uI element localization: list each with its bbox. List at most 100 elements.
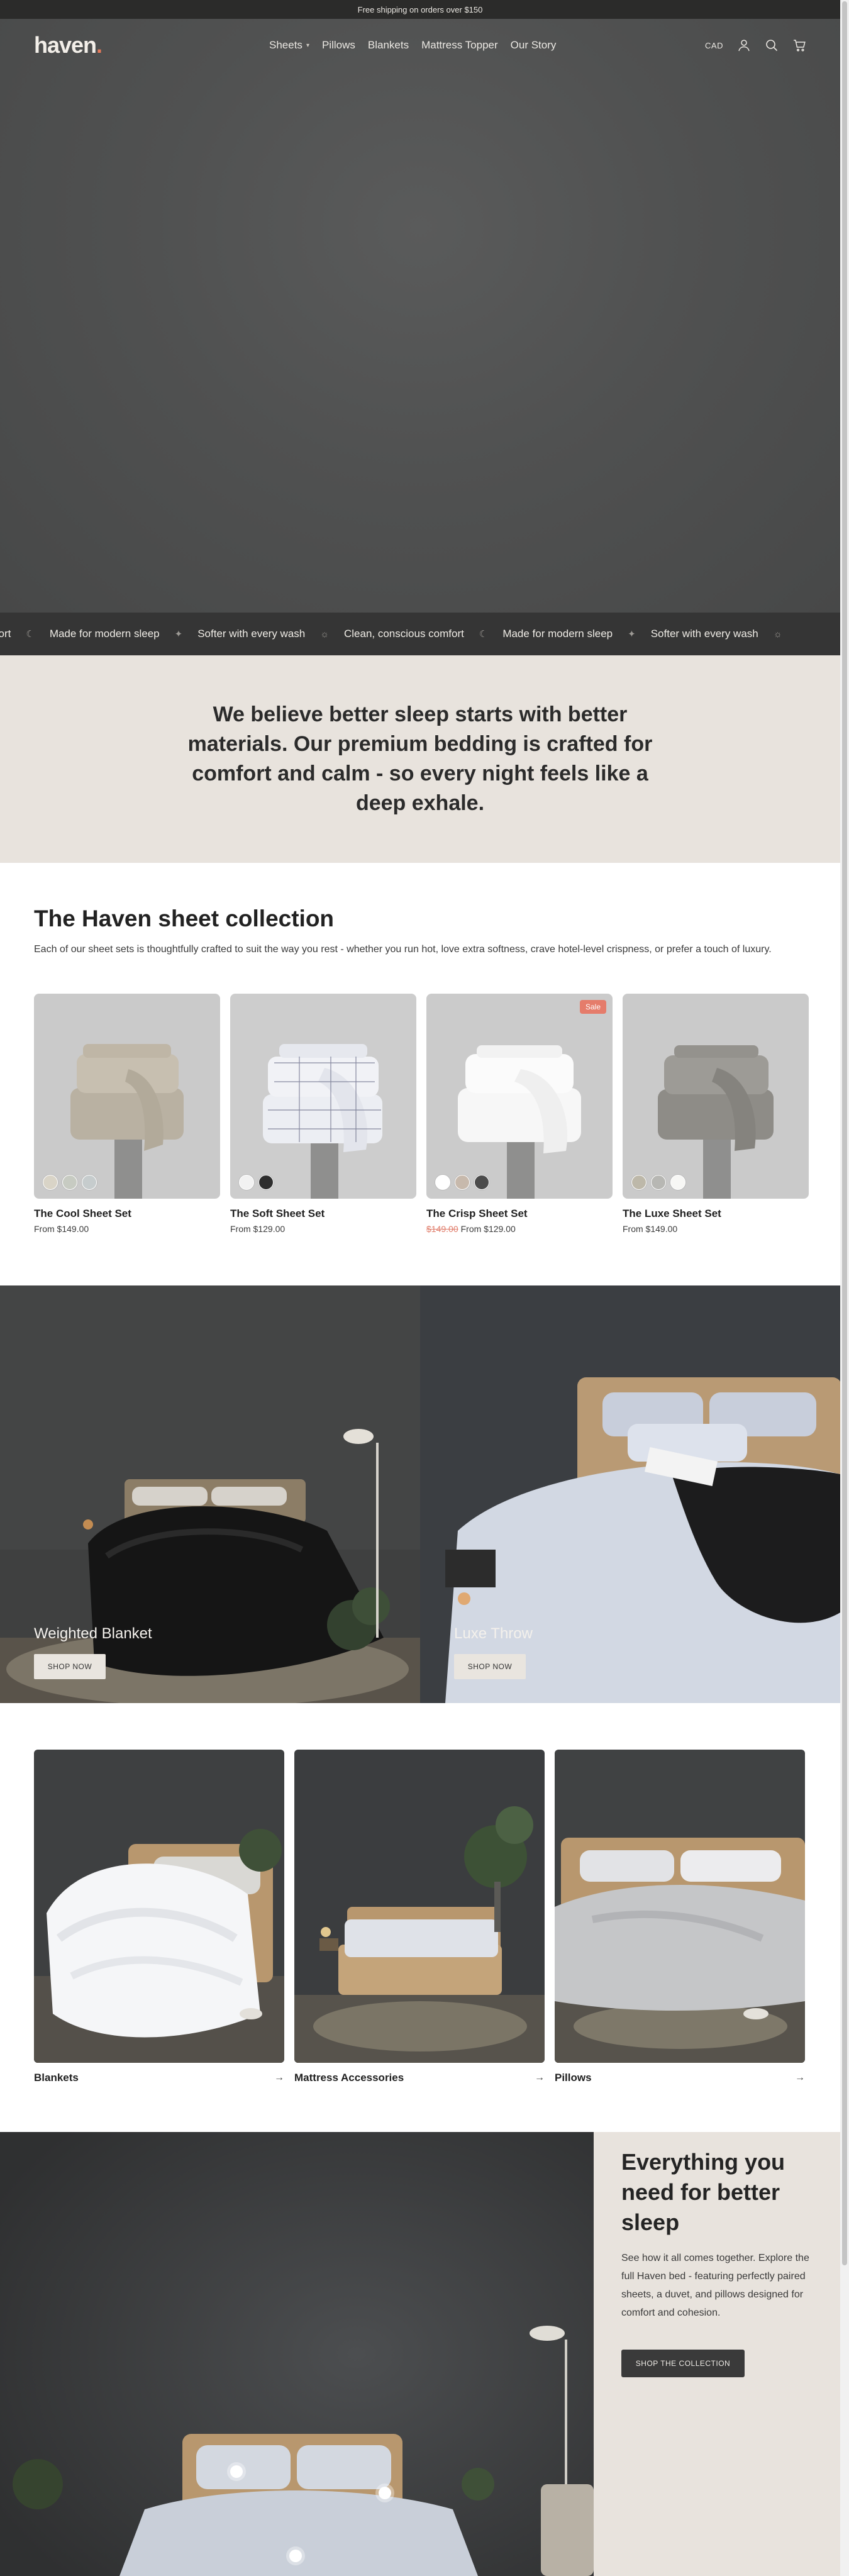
color-swatch[interactable] (62, 1175, 77, 1190)
collection-description: Each of our sheet sets is thoughtfully c… (34, 944, 772, 955)
color-swatch[interactable] (258, 1175, 274, 1190)
product-card[interactable]: The Cool Sheet Set From $149.00 (34, 994, 220, 1234)
logo-text: haven (34, 32, 97, 58)
nav-item-our-story[interactable]: Our Story (511, 39, 557, 52)
header-actions: CAD (705, 19, 806, 72)
nav-item-label: Pillows (321, 39, 355, 51)
nav-item-blankets[interactable]: Blankets (368, 39, 409, 52)
product-image[interactable] (34, 994, 220, 1199)
cart-icon[interactable] (792, 38, 806, 52)
arrow-right-icon[interactable]: → (535, 2072, 545, 2084)
section-description: See how it all comes together. Explore t… (621, 2253, 809, 2318)
arrow-right-icon[interactable]: → (274, 2072, 284, 2084)
nav-item-sheets[interactable]: Sheets ▾ (269, 39, 309, 52)
product-price: From $149.00 (623, 1224, 678, 1234)
shop-now-button[interactable]: SHOP NOW (34, 1654, 106, 1679)
marquee-item: Clean, conscious comfort (343, 628, 464, 640)
product-name[interactable]: The Luxe Sheet Set (623, 1208, 809, 1220)
shop-the-look-image (0, 2132, 594, 2576)
sale-badge: Sale (579, 1000, 606, 1014)
color-swatches (435, 1175, 489, 1190)
sparkle-icon: ✦ (628, 629, 636, 640)
header-nav: haven. Sheets ▾ Pillows Blankets Mattress… (0, 19, 840, 72)
hero-section: haven. Sheets ▾ Pillows Blankets Mattress… (0, 19, 840, 613)
color-swatches (631, 1175, 685, 1190)
nav-item-label: Sheets (269, 39, 302, 51)
banner-label: Luxe Throw (454, 1625, 533, 1642)
category-card-blankets[interactable]: Blankets → (34, 1750, 284, 2084)
category-name[interactable]: Blankets (34, 2072, 79, 2084)
nav-item-pillows[interactable]: Pillows (322, 39, 355, 52)
scrollbar-thumb[interactable] (842, 1, 847, 2265)
marquee-strip: us comfort ☾ Made for modern sleep ✦ Sof… (0, 613, 840, 655)
color-swatch[interactable] (631, 1175, 646, 1190)
product-price: From $129.00 (230, 1224, 286, 1234)
currency-selector[interactable]: CAD (705, 41, 723, 50)
category-name[interactable]: Mattress Accessories (294, 2072, 404, 2084)
color-swatch[interactable] (239, 1175, 254, 1190)
logo[interactable]: haven. (34, 32, 103, 58)
product-image[interactable] (623, 994, 809, 1199)
category-row[interactable]: Blankets → (34, 2072, 284, 2084)
nav-item-label: Blankets (367, 39, 409, 51)
product-price: $149.00 From $129.00 (426, 1224, 613, 1234)
arrow-right-icon[interactable]: → (795, 2072, 805, 2084)
color-swatches (239, 1175, 274, 1190)
color-swatch[interactable] (670, 1175, 685, 1190)
brand-statement-section: We believe better sleep starts with bett… (0, 655, 840, 863)
account-icon[interactable] (737, 38, 751, 52)
category-image[interactable] (555, 1750, 805, 2063)
hotspot-marker[interactable] (289, 2550, 302, 2562)
color-swatch[interactable] (474, 1175, 489, 1190)
product-card[interactable]: Sale The Crisp Sheet Set $149.00 From $12… (426, 994, 613, 1234)
product-card[interactable]: The Soft Sheet Set From $129.00 (230, 994, 416, 1234)
color-swatch[interactable] (435, 1175, 450, 1190)
banner-luxe-throw[interactable]: Luxe Throw SHOP NOW (420, 1285, 840, 1703)
color-swatch[interactable] (455, 1175, 470, 1190)
nav-item-label: Mattress Topper (421, 39, 498, 51)
search-icon[interactable] (765, 38, 779, 52)
color-swatches (43, 1175, 97, 1190)
shop-now-button[interactable]: SHOP NOW (454, 1654, 526, 1679)
product-name[interactable]: The Cool Sheet Set (34, 1208, 220, 1220)
category-row[interactable]: Pillows → (555, 2072, 805, 2084)
marquee-item: Softer with every wash (650, 628, 758, 640)
collection-title: The Haven sheet collection (34, 906, 335, 931)
chevron-down-icon: ▾ (306, 42, 309, 49)
category-card-pillows[interactable]: Pillows → (555, 1750, 805, 2084)
sun-icon: ☼ (773, 628, 782, 640)
moon-icon: ☾ (479, 629, 488, 640)
product-card[interactable]: The Luxe Sheet Set From $149.00 (623, 994, 809, 1234)
product-name[interactable]: The Soft Sheet Set (230, 1208, 416, 1220)
category-image[interactable] (294, 1750, 545, 2063)
product-image[interactable]: Sale (426, 994, 613, 1199)
category-name[interactable]: Pillows (555, 2072, 592, 2084)
color-swatch[interactable] (43, 1175, 58, 1190)
shop-the-collection-button[interactable]: SHOP THE COLLECTION (621, 2350, 745, 2377)
category-card-mattress-accessories[interactable]: Mattress Accessories → (294, 1750, 545, 2084)
main-menu: Sheets ▾ Pillows Blankets Mattress Topper… (269, 19, 556, 72)
scrollbar[interactable] (840, 0, 849, 2576)
product-name[interactable]: The Crisp Sheet Set (426, 1208, 613, 1220)
sun-icon: ☼ (320, 628, 329, 640)
banner-weighted-blanket[interactable]: Weighted Blanket SHOP NOW (0, 1285, 420, 1703)
announcement-text: Free shipping on orders over $150 (357, 4, 483, 14)
moon-icon: ☾ (26, 629, 35, 640)
nav-item-label: Our Story (510, 39, 557, 51)
banner-label: Weighted Blanket (34, 1625, 152, 1642)
color-swatch[interactable] (651, 1175, 666, 1190)
category-image[interactable] (34, 1750, 284, 2063)
product-price: From $149.00 (34, 1224, 89, 1234)
color-swatch[interactable] (82, 1175, 97, 1190)
marquee-item: Made for modern sleep (502, 628, 613, 640)
section-title: Everything you need for better sleep (621, 2149, 785, 2235)
sale-price: From $129.00 (460, 1224, 516, 1234)
nav-item-mattress-topper[interactable]: Mattress Topper (421, 39, 498, 52)
category-row[interactable]: Mattress Accessories → (294, 2072, 545, 2084)
marquee-track: us comfort ☾ Made for modern sleep ✦ Sof… (0, 613, 797, 655)
compare-price: $149.00 (426, 1224, 458, 1234)
product-image[interactable] (230, 994, 416, 1199)
marquee-item: Made for modern sleep (49, 628, 160, 640)
hotspot-marker[interactable] (379, 2487, 391, 2499)
hotspot-marker[interactable] (230, 2465, 243, 2478)
